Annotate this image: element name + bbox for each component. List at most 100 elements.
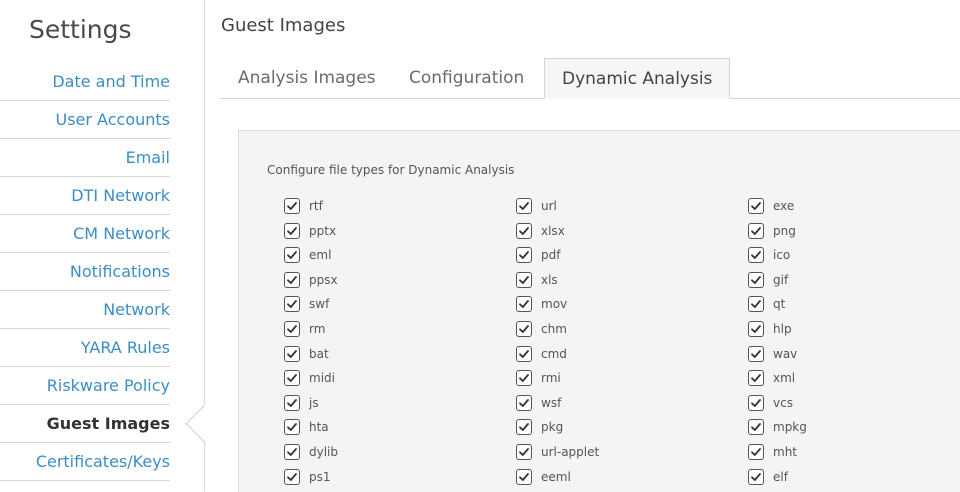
checkbox[interactable] (748, 419, 764, 436)
sidebar-item-notifications[interactable]: Notifications (0, 253, 170, 291)
filetype-option-midi[interactable]: midi (284, 368, 335, 388)
checkbox[interactable] (284, 222, 300, 239)
filetype-label: qt (773, 297, 786, 312)
filetype-option-bat[interactable]: bat (284, 344, 329, 364)
checkbox[interactable] (748, 370, 764, 387)
checkbox[interactable] (748, 198, 764, 214)
filetype-option-vcs[interactable]: vcs (748, 393, 793, 413)
checkbox[interactable] (516, 296, 532, 313)
checkbox[interactable] (284, 198, 300, 214)
checkbox[interactable] (748, 444, 764, 460)
tab-dynamic-analysis[interactable]: Dynamic Analysis (544, 58, 731, 99)
checkbox[interactable] (516, 321, 532, 337)
checkbox[interactable] (284, 370, 300, 387)
filetype-option-hlp[interactable]: hlp (748, 319, 792, 339)
checkbox[interactable] (748, 222, 764, 239)
filetype-option-rm[interactable]: rm (284, 319, 325, 339)
filetype-option-ico[interactable]: ico (748, 245, 790, 265)
filetype-option-dylib[interactable]: dylib (284, 442, 338, 462)
filetype-option-swf[interactable]: swf (284, 294, 329, 314)
filetype-option-qt[interactable]: qt (748, 294, 785, 314)
checkbox[interactable] (284, 296, 300, 313)
sidebar-item-cm-network[interactable]: CM Network (0, 215, 170, 253)
filetype-option-png[interactable]: png (748, 221, 796, 241)
checkbox[interactable] (516, 370, 532, 387)
filetype-option-mov[interactable]: mov (516, 294, 567, 314)
checkbox[interactable] (284, 321, 300, 337)
filetype-option-eeml[interactable]: eeml (516, 467, 571, 487)
sidebar-item-email[interactable]: Email (0, 139, 170, 177)
filetype-option-chm[interactable]: chm (516, 319, 567, 339)
checkbox[interactable] (284, 271, 300, 288)
filetype-option-eml[interactable]: eml (284, 245, 331, 265)
filetype-option-ppsx[interactable]: ppsx (284, 270, 338, 290)
sidebar-item-yara-rules[interactable]: YARA Rules (0, 329, 170, 367)
filetype-label: png (773, 223, 796, 238)
checkbox[interactable] (516, 222, 532, 239)
sidebar-title: Settings (29, 15, 132, 44)
checkbox[interactable] (516, 444, 532, 460)
filetype-label: xlsx (541, 223, 565, 238)
checkbox[interactable] (516, 271, 532, 288)
checkbox[interactable] (748, 296, 764, 313)
checkbox[interactable] (516, 247, 532, 264)
filetype-option-js[interactable]: js (284, 393, 319, 413)
sidebar-item-date-and-time[interactable]: Date and Time (0, 63, 170, 101)
filetype-option-rtf[interactable]: rtf (284, 196, 323, 216)
filetype-option-xml[interactable]: xml (748, 368, 795, 388)
filetype-option-pkg[interactable]: pkg (516, 417, 563, 437)
checkbox[interactable] (748, 321, 764, 337)
checkbox[interactable] (748, 468, 764, 485)
filetype-label: swf (309, 297, 330, 312)
filetype-option-rmi[interactable]: rmi (516, 368, 561, 388)
checkbox[interactable] (748, 345, 764, 362)
sidebar-item-dti-network[interactable]: DTI Network (0, 177, 170, 215)
filetype-option-gif[interactable]: gif (748, 270, 788, 290)
filetype-option-url-applet[interactable]: url-applet (516, 442, 599, 462)
filetype-option-hta[interactable]: hta (284, 417, 329, 437)
sidebar-item-riskware-policy[interactable]: Riskware Policy (0, 367, 170, 405)
checkbox[interactable] (516, 345, 532, 362)
checkbox[interactable] (284, 345, 300, 362)
check-icon (518, 397, 530, 409)
filetype-option-cmd[interactable]: cmd (516, 344, 567, 364)
checkbox[interactable] (748, 247, 764, 264)
filetype-option-wsf[interactable]: wsf (516, 393, 561, 413)
filetype-option-xls[interactable]: xls (516, 270, 558, 290)
tab-analysis-images[interactable]: Analysis Images (238, 58, 376, 98)
checkbox[interactable] (284, 394, 300, 411)
checkbox[interactable] (516, 394, 532, 411)
filetype-label: pptx (309, 223, 337, 238)
settings-nav: Date and Time User Accounts Email DTI Netwo… (0, 63, 170, 481)
filetype-option-pptx[interactable]: pptx (284, 221, 336, 241)
filetype-option-wav[interactable]: wav (748, 344, 797, 364)
filetype-option-url[interactable]: url (516, 196, 557, 216)
dynamic-analysis-panel: Configure file types for Dynamic Analysi… (238, 130, 960, 492)
checkbox[interactable] (284, 468, 300, 485)
sidebar-item-user-accounts[interactable]: User Accounts (0, 101, 170, 139)
checkbox[interactable] (516, 419, 532, 436)
filetype-label: mpkg (773, 420, 807, 435)
filetype-option-pdf[interactable]: pdf (516, 245, 560, 265)
checkbox[interactable] (284, 247, 300, 264)
filetype-option-exe[interactable]: exe (748, 196, 794, 216)
filetype-label: rtf (309, 199, 323, 213)
filetype-option-mht[interactable]: mht (748, 442, 797, 462)
sidebar-item-guest-images[interactable]: Guest Images (0, 405, 170, 443)
checkbox[interactable] (748, 271, 764, 288)
sidebar-item-network[interactable]: Network (0, 291, 170, 329)
checkbox[interactable] (748, 394, 764, 411)
tab-configuration[interactable]: Configuration (409, 58, 524, 98)
sidebar-item-certificates-keys[interactable]: Certificates/Keys (0, 443, 170, 481)
filetype-option-ps1[interactable]: ps1 (284, 467, 331, 487)
check-icon (518, 298, 530, 310)
filetype-option-xlsx[interactable]: xlsx (516, 221, 565, 241)
checkbox[interactable] (284, 419, 300, 436)
check-icon (286, 372, 298, 384)
checkbox[interactable] (284, 444, 300, 460)
checkbox[interactable] (516, 198, 532, 214)
checkbox[interactable] (516, 468, 532, 485)
filetype-option-mpkg[interactable]: mpkg (748, 417, 807, 437)
check-icon (518, 348, 530, 360)
filetype-option-elf[interactable]: elf (748, 467, 788, 487)
